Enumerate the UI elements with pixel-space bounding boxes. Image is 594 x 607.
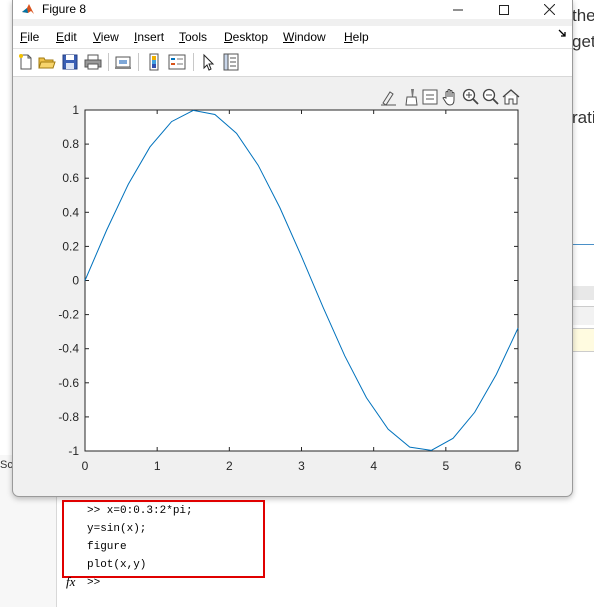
- command-line-2: y=sin(x);: [87, 523, 147, 535]
- background-text-3: rati: [572, 108, 594, 127]
- y-tick-label: -0.2: [58, 308, 79, 322]
- command-line-1: >> x=0:0.3:2*pi;: [87, 505, 193, 517]
- x-tick-label: 5: [442, 459, 449, 473]
- background-divider: [572, 244, 594, 245]
- background-strip-2: [572, 306, 594, 325]
- x-tick-label: 2: [226, 459, 233, 473]
- x-tick-label: 4: [370, 459, 377, 473]
- y-tick-label: -1: [68, 444, 79, 458]
- x-tick-label: 3: [298, 459, 305, 473]
- plot-area[interactable]: 0 1 2 3 4 5 6 1 0.8 0.6 0.4 0.2 0 -0.2 -0.4 -0.6 -0.8 -1: [0, 0, 572, 496]
- command-line-4: plot(x,y): [87, 559, 147, 571]
- x-tick-label: 0: [82, 459, 89, 473]
- background-text-2: get: [572, 32, 594, 51]
- y-tick-label: 0.8: [62, 137, 79, 151]
- background-panel: [572, 0, 594, 607]
- y-tick-label: -0.8: [58, 410, 79, 424]
- x-tick-label: 6: [515, 459, 522, 473]
- background-strip: [572, 286, 594, 300]
- fx-icon[interactable]: fx: [66, 574, 75, 590]
- y-tick-label: 0.4: [62, 205, 79, 219]
- y-tick-label: 0: [72, 274, 79, 288]
- command-line-3: figure: [87, 541, 127, 553]
- y-tick-label: 0.6: [62, 171, 79, 185]
- axes-background: [84, 109, 519, 452]
- y-tick-label: -0.4: [58, 342, 79, 356]
- background-highlight: [572, 328, 594, 352]
- y-tick-label: 1: [72, 103, 79, 117]
- x-tick-label: 1: [154, 459, 161, 473]
- y-tick-label: -0.6: [58, 376, 79, 390]
- background-text-1: the: [572, 6, 594, 25]
- y-tick-label: 0.2: [62, 239, 79, 253]
- command-prompt[interactable]: >>: [87, 577, 100, 589]
